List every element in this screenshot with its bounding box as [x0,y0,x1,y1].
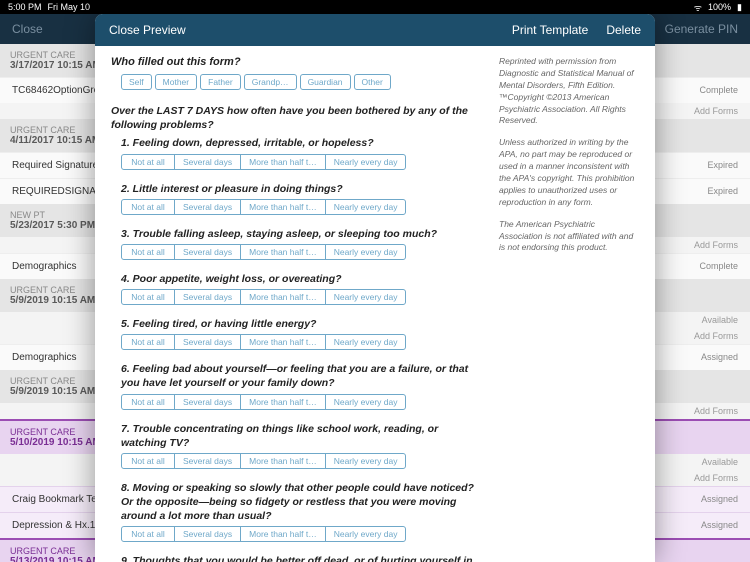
form-status: Complete [699,261,738,272]
q6-opt-1[interactable]: Several days [174,394,241,410]
who-filled-question: Who filled out this form? [111,56,481,68]
q2-opt-0[interactable]: Not at all [121,199,175,215]
q7-opt-3[interactable]: Nearly every day [325,453,407,469]
row-action[interactable]: Add Forms [694,331,738,341]
row-action[interactable]: Add Forms [694,473,738,483]
q7-opt-1[interactable]: Several days [174,453,241,469]
q2-opt-3[interactable]: Nearly every day [325,199,407,215]
question-7: 7. Trouble concentrating on things like … [121,422,481,450]
preview-modal: Close Preview Print Template Delete Who … [95,14,655,562]
modal-header: Close Preview Print Template Delete [95,14,655,46]
q1-opt-0[interactable]: Not at all [121,154,175,170]
who-option-3[interactable]: Grandp… [244,74,297,90]
question-4: 4. Poor appetite, weight loss, or overea… [121,272,481,286]
row-action[interactable]: Available [702,315,738,325]
status-bar: 5:00 PM Fri May 10 ᯤ 100% ▮ [0,0,750,14]
form-status: Expired [707,186,738,197]
q3-opt-2[interactable]: More than half t… [240,244,326,260]
form-status: Assigned [701,352,738,363]
copyright-p3: The American Psychiatric Association is … [499,219,639,255]
question-9: 9. Thoughts that you would be better off… [121,554,481,562]
who-option-2[interactable]: Father [200,74,241,90]
wifi-icon: ᯤ [694,1,702,14]
form-content: Who filled out this form? SelfMotherFath… [111,56,481,552]
status-date: Fri May 10 [48,2,91,12]
form-name: TC68462OptionGrou [12,85,105,96]
q4-opt-0[interactable]: Not at all [121,289,175,305]
delete-button[interactable]: Delete [606,23,641,37]
nav-close-button[interactable]: Close [12,22,43,36]
q3-opt-3[interactable]: Nearly every day [325,244,407,260]
q2-opt-2[interactable]: More than half t… [240,199,326,215]
q1-opt-1[interactable]: Several days [174,154,241,170]
question-2: 2. Little interest or pleasure in doing … [121,182,481,196]
q4-opt-1[interactable]: Several days [174,289,241,305]
q7-opt-2[interactable]: More than half t… [240,453,326,469]
row-action[interactable]: Available [702,457,738,467]
copyright-p2: Unless authorized in writing by the APA,… [499,137,639,208]
battery-pct: 100% [708,2,731,12]
question-6: 6. Feeling bad about yourself—or feeling… [121,362,481,390]
form-name: Demographics [12,352,76,363]
question-1: 1. Feeling down, depressed, irritable, o… [121,136,481,150]
form-name: Demographics [12,261,76,272]
q6-opt-0[interactable]: Not at all [121,394,175,410]
q3-opt-1[interactable]: Several days [174,244,241,260]
status-time: 5:00 PM [8,2,42,12]
battery-icon: ▮ [737,2,742,13]
q5-opt-0[interactable]: Not at all [121,334,175,350]
question-8: 8. Moving or speaking so slowly that oth… [121,481,481,524]
last7days-intro: Over the LAST 7 DAYS how often have you … [111,104,481,132]
q1-opt-2[interactable]: More than half t… [240,154,326,170]
q5-opt-3[interactable]: Nearly every day [325,334,407,350]
row-action[interactable]: Add Forms [694,106,738,116]
who-option-1[interactable]: Mother [155,74,197,90]
q8-opt-0[interactable]: Not at all [121,526,175,542]
form-status: Expired [707,160,738,171]
question-5: 5. Feeling tired, or having little energ… [121,317,481,331]
q1-opt-3[interactable]: Nearly every day [325,154,407,170]
q2-opt-1[interactable]: Several days [174,199,241,215]
copyright-p1: Reprinted with permission from Diagnosti… [499,56,639,127]
form-status: Assigned [701,520,738,531]
q6-opt-3[interactable]: Nearly every day [325,394,407,410]
question-3: 3. Trouble falling asleep, staying aslee… [121,227,481,241]
form-status: Complete [699,85,738,96]
row-action[interactable]: Add Forms [694,406,738,416]
form-status: Assigned [701,494,738,505]
q8-opt-1[interactable]: Several days [174,526,241,542]
q5-opt-2[interactable]: More than half t… [240,334,326,350]
q8-opt-2[interactable]: More than half t… [240,526,326,542]
q5-opt-1[interactable]: Several days [174,334,241,350]
q6-opt-2[interactable]: More than half t… [240,394,326,410]
q4-opt-2[interactable]: More than half t… [240,289,326,305]
who-option-0[interactable]: Self [121,74,152,90]
close-preview-button[interactable]: Close Preview [109,23,186,37]
q7-opt-0[interactable]: Not at all [121,453,175,469]
form-name: Craig Bookmark Test [12,494,105,505]
q8-opt-3[interactable]: Nearly every day [325,526,407,542]
who-option-4[interactable]: Guardian [300,74,351,90]
q3-opt-0[interactable]: Not at all [121,244,175,260]
q4-opt-3[interactable]: Nearly every day [325,289,407,305]
row-action[interactable]: Add Forms [694,240,738,250]
copyright-notice: Reprinted with permission from Diagnosti… [499,56,639,552]
who-option-5[interactable]: Other [354,74,391,90]
form-name: Depression & Hx.1, C [12,520,108,531]
nav-generate-pin-button[interactable]: Generate PIN [665,22,738,36]
print-template-button[interactable]: Print Template [512,23,588,37]
